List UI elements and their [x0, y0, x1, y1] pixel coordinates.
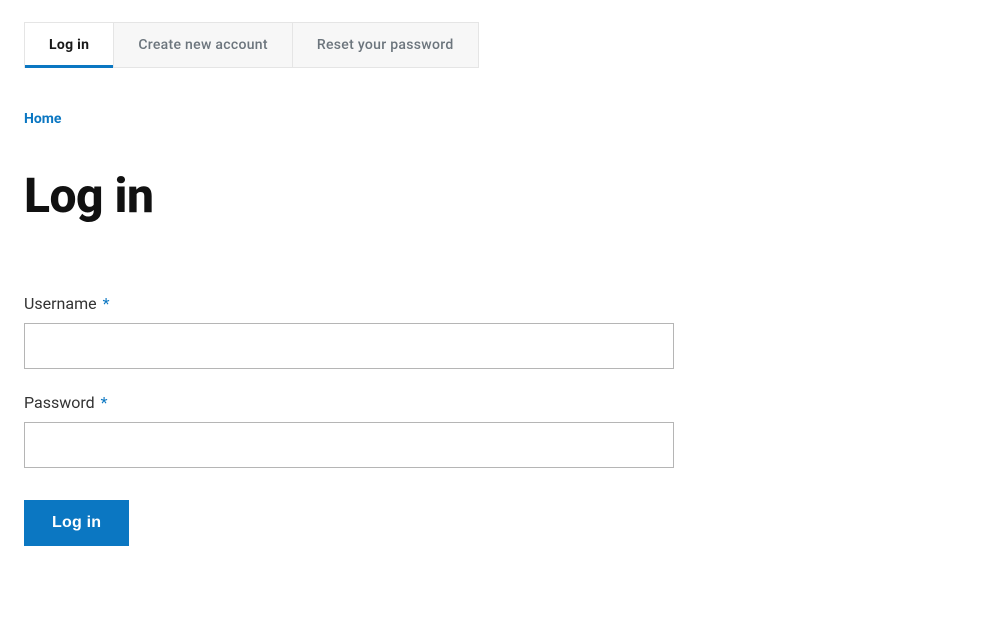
tab-reset-password-label: Reset your password — [317, 37, 454, 53]
login-form: Username * Password * Log in — [24, 294, 976, 546]
password-group: Password * — [24, 393, 976, 468]
login-page: Log in Create new account Reset your pas… — [0, 0, 1000, 568]
required-marker: * — [103, 294, 110, 313]
tab-create-account[interactable]: Create new account — [114, 23, 293, 67]
password-input[interactable] — [24, 422, 674, 468]
username-input[interactable] — [24, 323, 674, 369]
tab-login-label: Log in — [49, 37, 89, 53]
username-label: Username * — [24, 294, 976, 313]
page-title: Log in — [24, 167, 976, 224]
login-button[interactable]: Log in — [24, 500, 129, 546]
tab-create-account-label: Create new account — [138, 37, 268, 53]
breadcrumb-home-link[interactable]: Home — [24, 111, 61, 127]
tab-reset-password[interactable]: Reset your password — [293, 23, 478, 67]
tab-login[interactable]: Log in — [25, 23, 114, 67]
username-group: Username * — [24, 294, 976, 369]
username-label-text: Username — [24, 294, 97, 313]
auth-tabs: Log in Create new account Reset your pas… — [24, 22, 479, 68]
password-label: Password * — [24, 393, 976, 412]
password-label-text: Password — [24, 393, 95, 412]
breadcrumb: Home — [24, 108, 976, 127]
required-marker: * — [101, 393, 108, 412]
